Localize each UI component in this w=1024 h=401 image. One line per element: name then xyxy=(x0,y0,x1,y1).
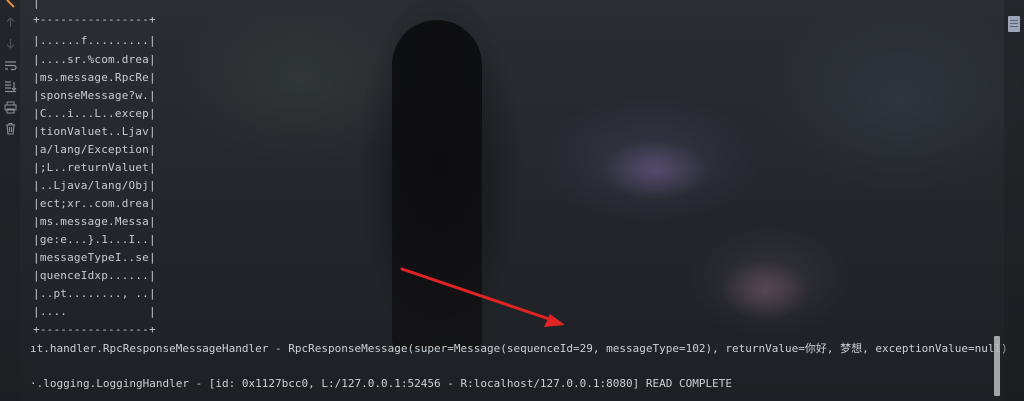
red-arrow-annotation xyxy=(400,267,565,327)
right-panel-strip xyxy=(1004,0,1024,401)
vertical-scrollbar[interactable] xyxy=(994,336,1000,396)
file-icon[interactable] xyxy=(1008,16,1020,32)
